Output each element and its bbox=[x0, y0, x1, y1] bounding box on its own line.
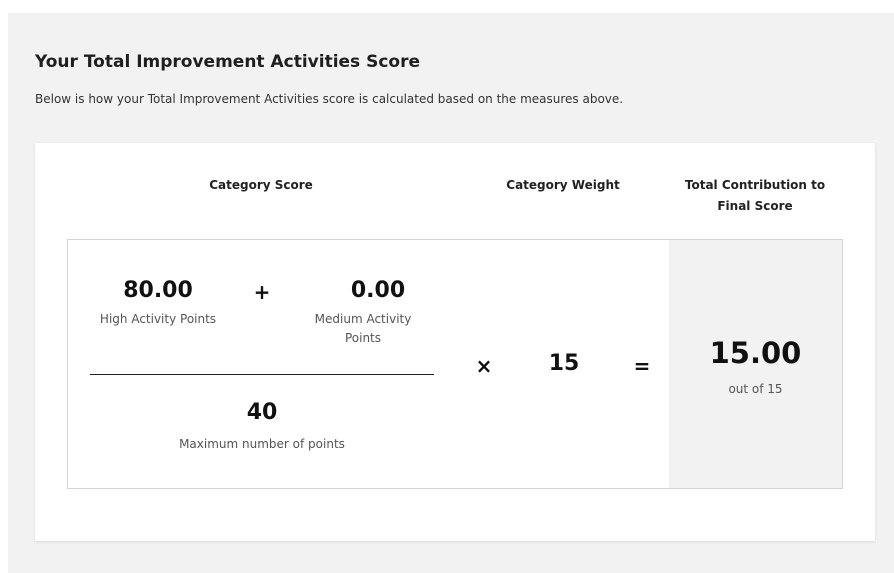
high-activity-points-label: High Activity Points bbox=[99, 312, 217, 326]
fraction-divider bbox=[90, 374, 434, 375]
category-weight-value: 15 bbox=[548, 351, 580, 376]
category-weight-header: Category Weight bbox=[506, 178, 620, 192]
section-title: Your Total Improvement Activities Score bbox=[35, 52, 420, 72]
high-activity-points-value: 80.00 bbox=[123, 278, 193, 303]
total-contribution-label: out of 15 bbox=[728, 382, 783, 396]
category-score-header: Category Score bbox=[209, 178, 313, 192]
plus-operator: + bbox=[253, 280, 271, 304]
score-calculation-box: 80.00 High Activity Points + 0.00 Medium… bbox=[67, 239, 843, 489]
total-contribution-value: 15.00 bbox=[709, 336, 802, 370]
multiply-operator: × bbox=[475, 354, 493, 378]
section-subtitle: Below is how your Total Improvement Acti… bbox=[35, 92, 624, 106]
max-points-label: Maximum number of points bbox=[179, 437, 345, 451]
medium-activity-points-label: Medium Activity Points bbox=[314, 312, 412, 345]
score-card: Category Score Category Weight Total Con… bbox=[35, 143, 875, 541]
medium-activity-points-value: 0.00 bbox=[350, 278, 406, 303]
max-points-value: 40 bbox=[246, 400, 278, 425]
total-contribution-header: Total Contribution to Final Score bbox=[684, 178, 826, 213]
equals-operator: = bbox=[633, 354, 651, 378]
